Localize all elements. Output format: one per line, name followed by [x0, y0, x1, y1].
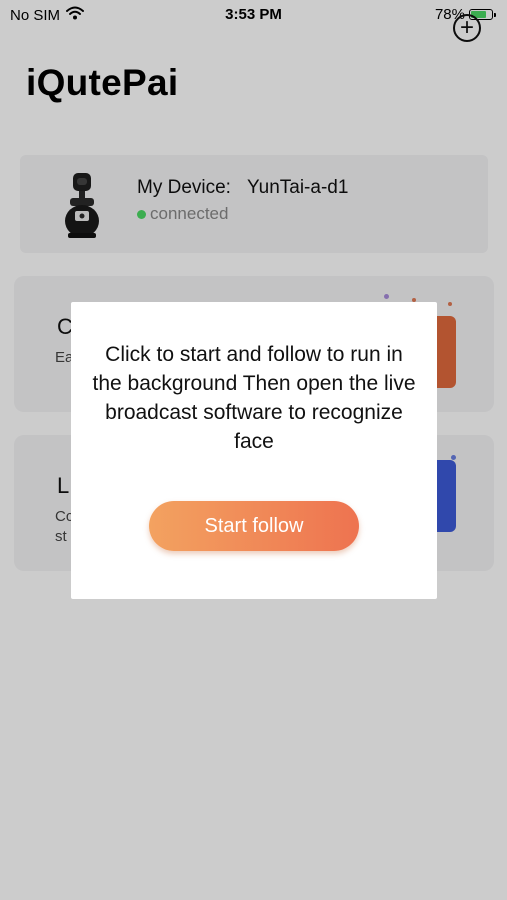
dialog-message: Click to start and follow to run in the …: [92, 343, 416, 453]
start-follow-button[interactable]: Start follow: [149, 501, 359, 551]
follow-dialog: Click to start and follow to run in the …: [71, 302, 437, 599]
app-screen: No SIM 3:53 PM 78% + iQutePai My Device:…: [0, 0, 507, 900]
